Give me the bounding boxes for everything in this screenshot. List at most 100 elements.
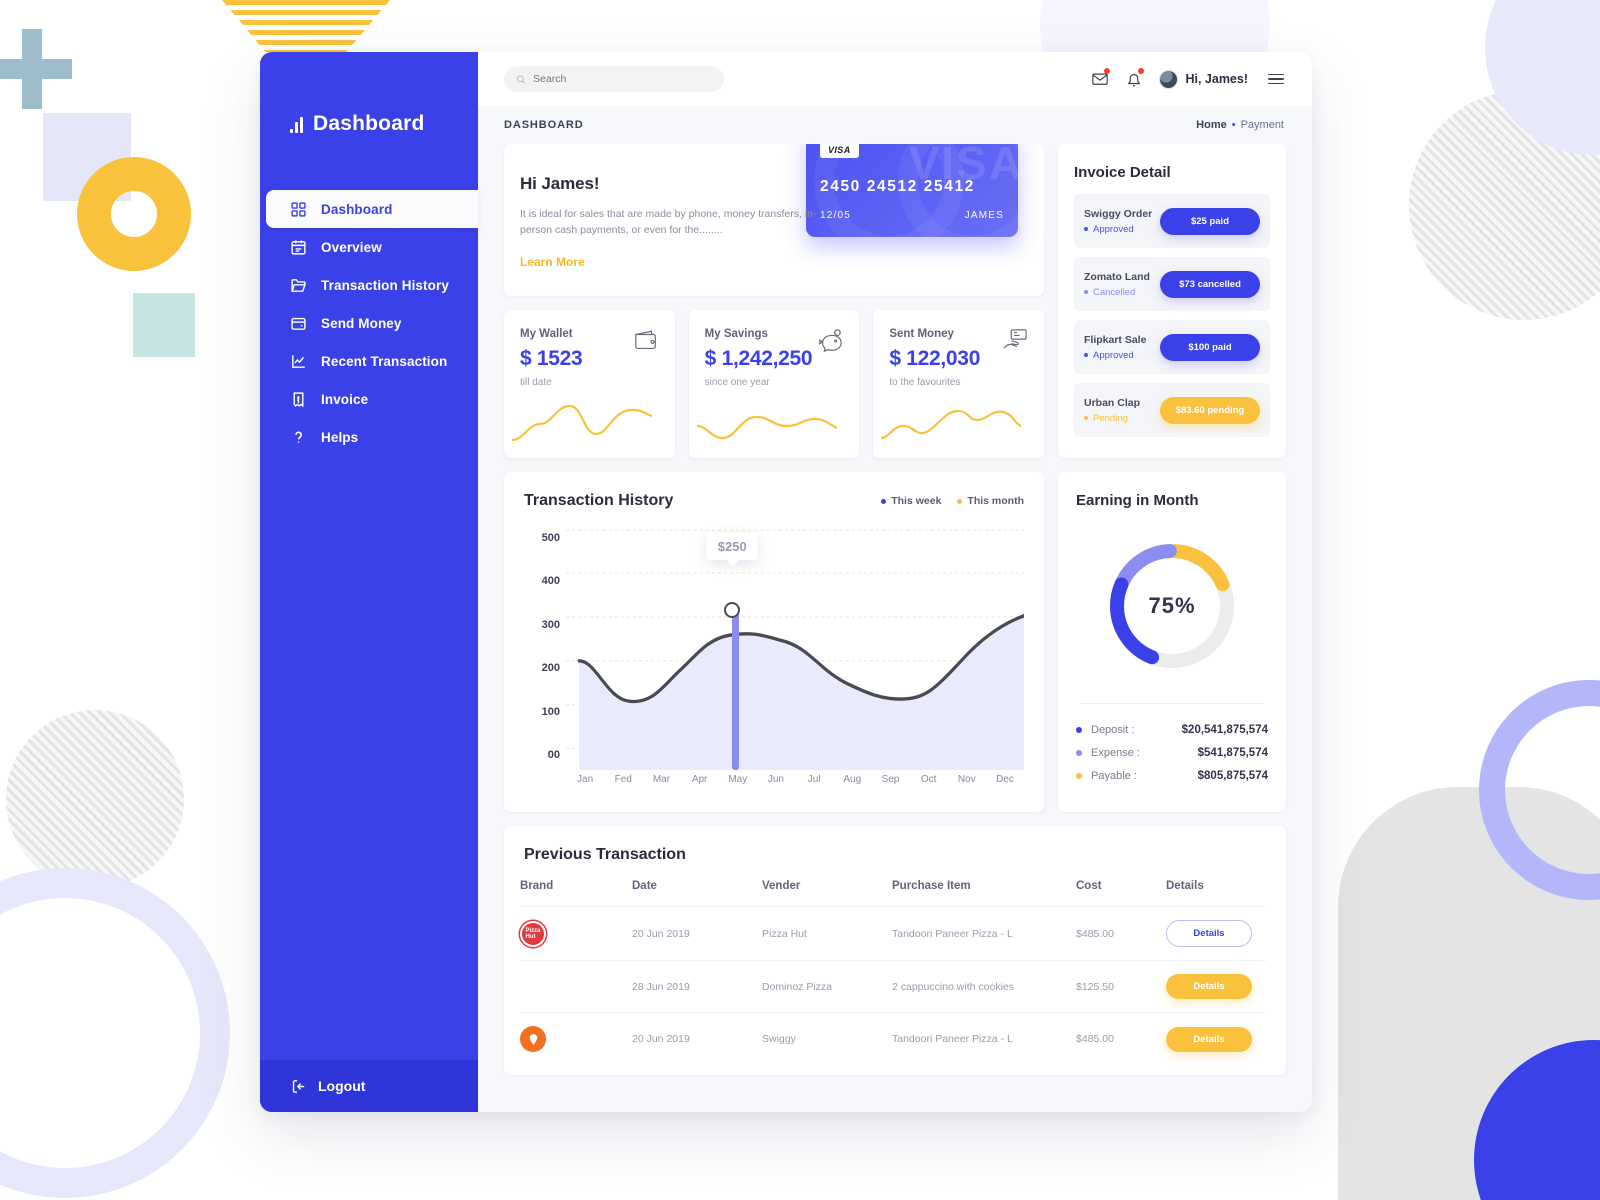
cell-details: Details xyxy=(1166,1012,1266,1065)
x-tick: Oct xyxy=(920,774,937,785)
x-tick: Fed xyxy=(614,774,632,785)
invoice-status: Approved xyxy=(1084,224,1160,235)
envelope-icon[interactable] xyxy=(1091,68,1111,88)
cell-vender: Pizza Hut xyxy=(762,906,892,961)
chart-plot-area: 500 400 300 200 100 00 $250 Jan Fed Mar … xyxy=(524,528,1024,798)
cell-brand xyxy=(520,960,632,1013)
sidebar-item-invoice[interactable]: Invoice xyxy=(260,380,478,418)
topbar-actions: Hi, James! xyxy=(1091,68,1284,89)
chart-point-marker[interactable] xyxy=(724,602,741,619)
decor-yellow-ring xyxy=(77,157,191,271)
search-box[interactable] xyxy=(504,66,724,92)
legend-item-this-month[interactable]: This month xyxy=(957,495,1024,507)
transaction-history-chart: Transaction History This week This month xyxy=(504,472,1044,812)
stat-card-sent-money: Sent Money $ 122,030 to the favourites xyxy=(873,310,1045,458)
sidebar-item-recent-transaction[interactable]: Recent Transaction xyxy=(260,342,478,380)
content: Hi James! It is ideal for sales that are… xyxy=(478,144,1312,1112)
menu-toggle-icon[interactable] xyxy=(1268,73,1284,85)
y-tick: 300 xyxy=(541,618,560,631)
invoice-amount-button[interactable]: $83.60 pending xyxy=(1160,396,1260,424)
logout-button[interactable]: Logout xyxy=(260,1060,478,1112)
sidebar-item-transaction-history[interactable]: Transaction History xyxy=(260,266,478,304)
brand: Dashboard xyxy=(260,52,478,152)
cell-purchase-item: Tandoori Paneer Pizza - L xyxy=(892,1012,1076,1065)
learn-more-link[interactable]: Learn More xyxy=(520,255,585,269)
welcome-body: It is ideal for sales that are made by p… xyxy=(520,208,817,237)
invoice-status-label: Approved xyxy=(1093,223,1134,235)
sidebar-item-overview[interactable]: Overview xyxy=(260,228,478,266)
cell-details: Details xyxy=(1166,960,1266,1013)
sidebar-item-dashboard[interactable]: Dashboard xyxy=(266,190,478,228)
breadcrumb-current: Payment xyxy=(1240,119,1284,131)
invoice-row: Zomato Land Cancelled $73 cancelled xyxy=(1074,257,1270,311)
stat-card-my-wallet: My Wallet $ 1523 till date xyxy=(504,310,675,458)
details-button[interactable]: Details xyxy=(1166,1026,1252,1052)
invoice-status: Approved xyxy=(1084,350,1160,361)
cell-brand xyxy=(520,1012,632,1065)
x-tick: Aug xyxy=(843,774,862,785)
invoice-amount-button[interactable]: $73 cancelled xyxy=(1160,270,1260,298)
y-tick: 00 xyxy=(547,749,560,762)
x-tick: Jul xyxy=(807,774,821,785)
search-input[interactable] xyxy=(533,73,712,85)
earning-label: Payable : xyxy=(1091,769,1137,782)
column-header-cost: Cost xyxy=(1076,880,1102,892)
stat-sub: till date xyxy=(520,377,552,388)
sidebar-item-helps[interactable]: Helps xyxy=(260,418,478,456)
invoice-status-label: Approved xyxy=(1093,349,1134,361)
sidebar: Dashboard Dashboard Overview Transaction… xyxy=(260,52,478,1112)
chart-legend: This week This month xyxy=(881,495,1024,507)
question-mark-icon xyxy=(290,429,307,446)
invoice-amount-button[interactable]: $25 paid xyxy=(1160,207,1260,235)
breadcrumb: DASHBOARD Home • Payment xyxy=(478,106,1312,144)
donut-percent-label: 75% xyxy=(1148,593,1196,618)
invoice-amount-button[interactable]: $100 paid xyxy=(1160,333,1260,361)
pizzahut-logo: Pizza Hut xyxy=(520,920,546,947)
invoice-name: Zomato Land xyxy=(1084,270,1150,283)
breadcrumb-home[interactable]: Home xyxy=(1196,119,1227,131)
row-middle: Transaction History This week This month xyxy=(504,472,1286,812)
y-axis: 500 400 300 200 100 00 xyxy=(524,528,560,770)
invoice-row: Flipkart Sale Approved $100 paid xyxy=(1074,320,1270,374)
x-tick: Jan xyxy=(577,774,594,785)
earning-value: $805,875,574 xyxy=(1197,769,1268,782)
receipt-icon xyxy=(290,391,307,408)
transactions-table: Brand Date Vender Purchase Item Cost Det… xyxy=(520,880,1266,1065)
user-menu[interactable]: Hi, James! xyxy=(1159,69,1248,89)
divider xyxy=(1080,703,1264,704)
calendar-icon xyxy=(290,239,307,256)
earning-value: $541,875,574 xyxy=(1197,746,1268,759)
cell-cost: $485.00 xyxy=(1076,1012,1166,1065)
page-title: DASHBOARD xyxy=(504,119,584,131)
x-tick: Apr xyxy=(691,774,708,785)
stat-card-my-savings: My Savings $ 1,242,250 since one year xyxy=(688,310,860,458)
notification-dot xyxy=(1138,68,1145,74)
invoice-row: Urban Clap Pending $83.60 pending xyxy=(1074,383,1270,437)
card-holder: JAMES xyxy=(964,210,1004,221)
legend-item-this-week[interactable]: This week xyxy=(881,495,941,507)
sidebar-nav: Dashboard Overview Transaction History S… xyxy=(260,190,478,456)
sidebar-item-label: Dashboard xyxy=(321,201,393,217)
chart-tooltip: $250 xyxy=(706,532,758,560)
earning-title: Earning in Month xyxy=(1076,492,1199,509)
brand-title: Dashboard xyxy=(313,112,425,135)
sidebar-item-send-money[interactable]: Send Money xyxy=(260,304,478,342)
grid-icon xyxy=(290,201,307,218)
invoice-name: Flipkart Sale xyxy=(1084,333,1147,346)
invoice-row: Swiggy Order Approved $25 paid xyxy=(1074,194,1270,248)
previous-transaction-title: Previous Transaction xyxy=(524,846,686,863)
sidebar-item-label: Transaction History xyxy=(321,277,449,293)
visa-card[interactable]: VISA VISA 2450 24512 25412 12/05 JAMES xyxy=(806,144,1018,237)
cell-vender: Swiggy xyxy=(762,1012,892,1065)
details-button[interactable]: Details xyxy=(1166,974,1252,999)
bell-icon[interactable] xyxy=(1125,68,1145,88)
main-area: Hi, James! DASHBOARD Home • Payment xyxy=(478,52,1312,1112)
column-header-brand: Brand xyxy=(520,880,554,892)
invoice-name: Swiggy Order xyxy=(1084,207,1153,220)
invoice-name: Urban Clap xyxy=(1084,396,1141,409)
column-header-vender: Vender xyxy=(762,880,801,892)
app-window: Dashboard Dashboard Overview Transaction… xyxy=(260,52,1312,1112)
hand-cash-icon xyxy=(1002,328,1028,352)
details-button[interactable]: Details xyxy=(1166,920,1252,947)
earning-value: $20,541,875,574 xyxy=(1181,723,1268,736)
